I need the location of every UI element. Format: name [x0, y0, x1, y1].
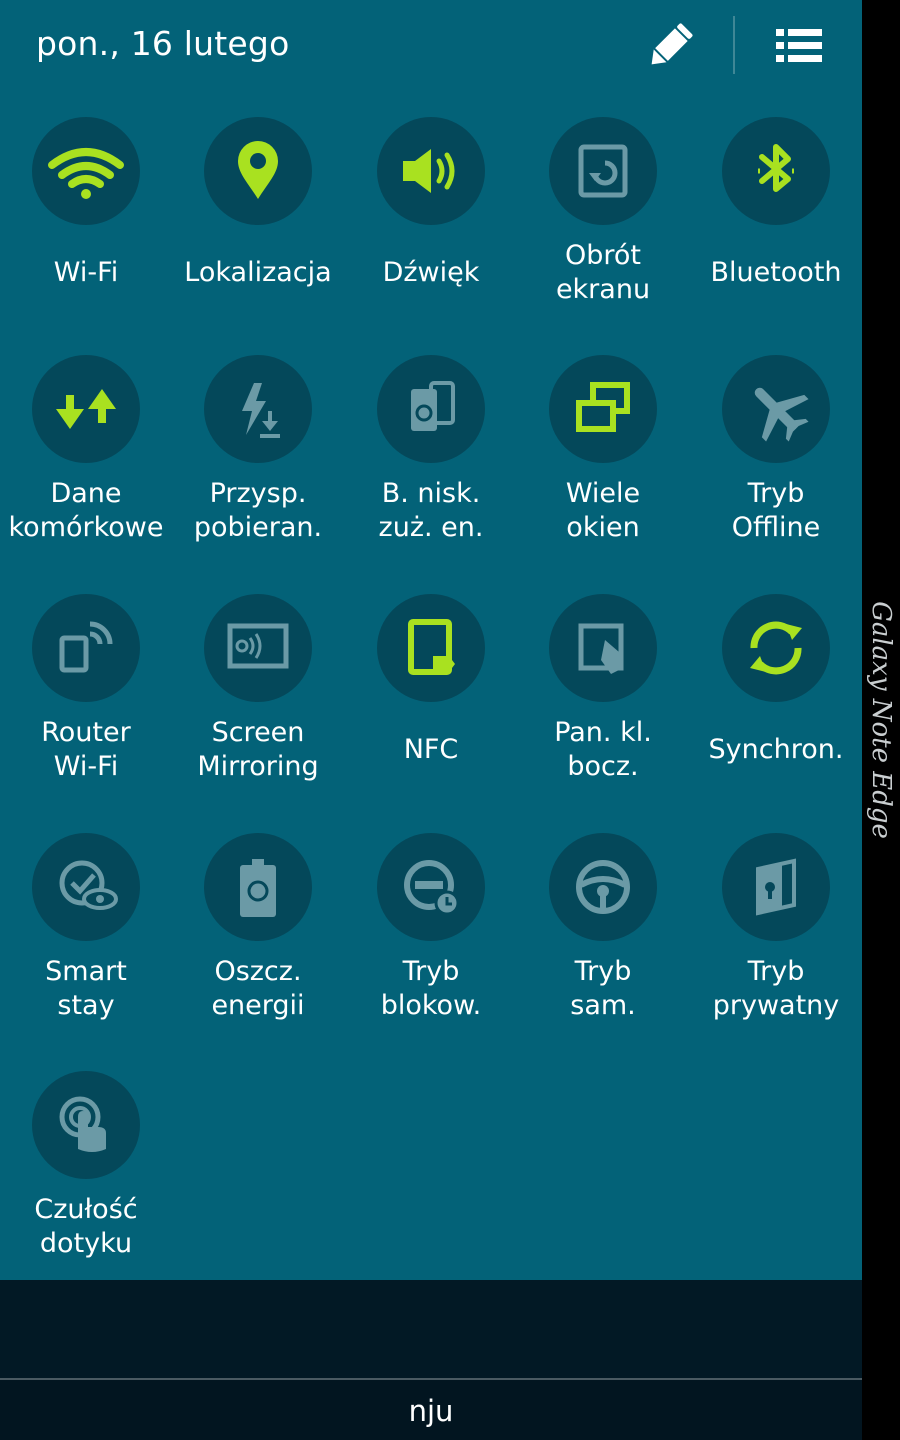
toggle-button[interactable]	[32, 833, 140, 941]
toggle-button[interactable]	[32, 117, 140, 225]
toggle-button[interactable]	[204, 355, 312, 463]
smart-stay-eye-icon	[59, 860, 118, 910]
toggle-bluetooth[interactable]: Bluetooth	[690, 117, 862, 347]
toggle-label: Obrót ekranu	[555, 240, 651, 305]
toggle-button[interactable]	[722, 117, 830, 225]
pencil-icon	[651, 23, 693, 65]
toggle-label: Wiele okien	[565, 478, 641, 543]
toggle-button[interactable]	[377, 594, 485, 702]
toggle-wifi[interactable]: Wi-Fi	[0, 117, 172, 347]
toggle-label: Wi-Fi	[53, 257, 119, 288]
toggle-button[interactable]	[32, 355, 140, 463]
toggle-blocking-mode[interactable]: Tryb blokow.	[345, 833, 517, 1063]
touch-sensitivity-icon	[59, 1096, 106, 1152]
toggle-button[interactable]	[204, 833, 312, 941]
toggle-label: Screen Mirroring	[197, 717, 319, 782]
toggle-button[interactable]	[549, 594, 657, 702]
multi-window-icon	[576, 382, 630, 432]
ultra-power-saving-icon	[411, 381, 455, 431]
mobile-data-icon	[56, 389, 116, 429]
toggle-label: NFC	[403, 734, 459, 765]
list-view-button[interactable]	[768, 20, 830, 72]
toggle-label: Pan. kl. bocz.	[554, 717, 652, 782]
toggle-multi-window[interactable]: Wiele okien	[517, 355, 689, 585]
toggle-label: Router Wi-Fi	[41, 717, 131, 782]
blocking-mode-icon	[404, 860, 460, 916]
toggle-power-saving-battery[interactable]: Oszcz. energii	[172, 833, 344, 1063]
toggle-label: Smart stay	[45, 956, 127, 1021]
download-booster-icon	[242, 383, 280, 438]
device-edge-label: Galaxy Note Edge	[866, 601, 896, 839]
airplane-icon	[754, 387, 809, 442]
toggle-private-mode-lock[interactable]: Tryb prywatny	[690, 833, 862, 1063]
toggle-screen-rotation[interactable]: Obrót ekranu	[517, 117, 689, 347]
toggle-button[interactable]	[722, 355, 830, 463]
toggle-button[interactable]	[32, 594, 140, 702]
toggle-button[interactable]	[722, 594, 830, 702]
steering-wheel-icon	[576, 860, 630, 914]
toggle-label: Synchron.	[708, 734, 844, 765]
toggle-label: Czułość dotyku	[34, 1194, 138, 1259]
toggle-button[interactable]	[204, 117, 312, 225]
list-icon	[776, 29, 822, 62]
toggle-label: Bluetooth	[710, 257, 842, 288]
toggle-button[interactable]	[549, 117, 657, 225]
toggle-download-booster[interactable]: Przysp. pobieran.	[172, 355, 344, 585]
toggle-button[interactable]	[549, 355, 657, 463]
bluetooth-icon	[758, 144, 794, 192]
toggle-label: B. nisk. zuż. en.	[378, 478, 484, 543]
toggle-touch-sensitivity[interactable]: Czułość dotyku	[0, 1071, 172, 1301]
toggle-screen-mirroring[interactable]: Screen Mirroring	[172, 594, 344, 824]
toggle-location-pin[interactable]: Lokalizacja	[172, 117, 344, 347]
toggle-speaker[interactable]: Dźwięk	[345, 117, 517, 347]
header-divider	[733, 16, 735, 74]
toggle-label: Lokalizacja	[184, 257, 332, 288]
speaker-icon	[403, 149, 455, 193]
toggle-label: Przysp. pobieran.	[193, 478, 323, 543]
carrier-name: nju	[408, 1394, 454, 1428]
location-pin-icon	[238, 141, 278, 199]
toggle-button[interactable]	[549, 833, 657, 941]
toggle-label: Tryb Offline	[731, 478, 821, 543]
nfc-icon	[408, 619, 455, 675]
toggle-button[interactable]	[32, 1071, 140, 1179]
toggle-mobile-data[interactable]: Dane komórkowe	[0, 355, 172, 585]
toggle-label: Tryb blokow.	[380, 956, 482, 1021]
wifi-hotspot-icon	[59, 621, 113, 673]
toggle-edge-screen[interactable]: Pan. kl. bocz.	[517, 594, 689, 824]
toggle-label: Dane komórkowe	[8, 478, 164, 543]
panel-bottom-area	[0, 1280, 862, 1380]
screen-rotation-icon	[578, 144, 628, 198]
toggle-button[interactable]	[377, 117, 485, 225]
toggle-steering-wheel[interactable]: Tryb sam.	[517, 833, 689, 1063]
toggle-label: Tryb prywatny	[712, 956, 840, 1021]
toggle-button[interactable]	[722, 833, 830, 941]
toggle-airplane[interactable]: Tryb Offline	[690, 355, 862, 585]
date-label: pon., 16 lutego	[36, 24, 290, 63]
screen-mirroring-icon	[227, 623, 289, 669]
sync-icon	[750, 621, 802, 675]
toggle-wifi-hotspot[interactable]: Router Wi-Fi	[0, 594, 172, 824]
toggle-button[interactable]	[377, 833, 485, 941]
toggle-button[interactable]	[377, 355, 485, 463]
toggle-nfc[interactable]: NFC	[345, 594, 517, 824]
private-mode-lock-icon	[756, 858, 796, 916]
wifi-icon	[48, 148, 124, 199]
power-saving-battery-icon	[240, 859, 276, 917]
quick-settings-header: pon., 16 lutego	[0, 0, 862, 100]
toggle-sync[interactable]: Synchron.	[690, 594, 862, 824]
edit-button[interactable]	[640, 18, 700, 74]
toggle-smart-stay-eye[interactable]: Smart stay	[0, 833, 172, 1063]
edge-screen-icon	[578, 623, 624, 674]
toggle-ultra-power-saving[interactable]: B. nisk. zuż. en.	[345, 355, 517, 585]
toggle-label: Oszcz. energii	[211, 956, 305, 1021]
toggle-button[interactable]	[204, 594, 312, 702]
toggle-label: Tryb sam.	[570, 956, 636, 1021]
quick-settings-panel: pon., 16 lutego Wi-Fi Lokalizacja Dźwięk…	[0, 0, 862, 1280]
toggle-label: Dźwięk	[382, 257, 480, 288]
